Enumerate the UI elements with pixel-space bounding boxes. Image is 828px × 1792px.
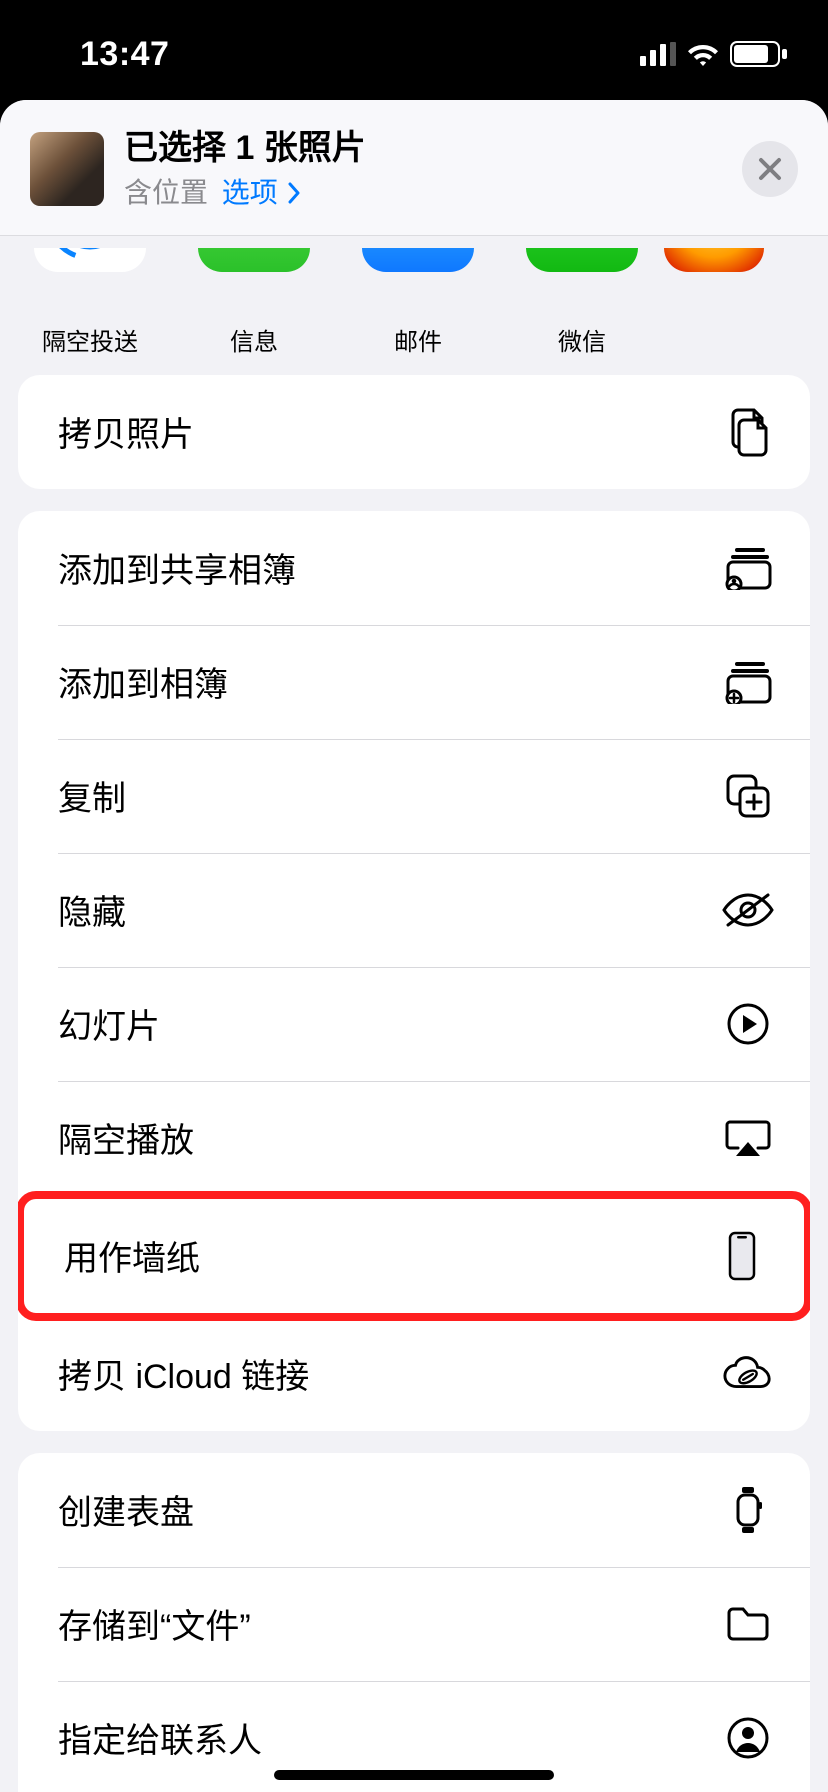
messages-icon <box>214 248 294 256</box>
app-label: 隔空投送 <box>42 322 138 357</box>
action-group: 创建表盘 存储到“文件” 指定给联系人 <box>18 1453 810 1792</box>
selection-title: 已选择 1 张照片 <box>124 128 742 169</box>
location-included-label: 含位置 <box>124 177 208 208</box>
app-label: 微信 <box>558 322 606 357</box>
action-label: 拷贝照片 <box>58 407 194 456</box>
action-label: 创建表盘 <box>58 1485 194 1534</box>
share-sheet-header: 已选择 1 张照片 含位置 选项 <box>0 100 828 236</box>
actions-list: 拷贝照片 添加到共享相簿 添加到相簿 <box>0 375 828 1792</box>
copy-docs-icon <box>724 406 772 458</box>
shared-album-icon <box>723 546 773 590</box>
options-link[interactable]: 选项 <box>222 177 302 208</box>
action-label: 隐藏 <box>58 885 126 934</box>
app-messages[interactable]: 信息 <box>172 248 336 357</box>
duplicate-icon <box>725 773 771 819</box>
action-copy-photo[interactable]: 拷贝照片 <box>18 375 810 489</box>
action-duplicate[interactable]: 复制 <box>18 739 810 853</box>
action-hide[interactable]: 隐藏 <box>18 853 810 967</box>
app-label: 信息 <box>230 322 278 357</box>
action-create-watchface[interactable]: 创建表盘 <box>18 1453 810 1567</box>
action-slideshow[interactable]: 幻灯片 <box>18 967 810 1081</box>
action-label: 添加到共享相簿 <box>58 543 296 592</box>
home-indicator[interactable] <box>274 1770 554 1780</box>
action-label: 幻灯片 <box>58 999 160 1048</box>
selection-subtitle: 含位置 选项 <box>124 171 742 211</box>
action-add-album[interactable]: 添加到相簿 <box>18 625 810 739</box>
airplay-icon <box>724 1118 772 1158</box>
action-label: 指定给联系人 <box>58 1713 262 1762</box>
icloud-link-icon <box>722 1355 774 1393</box>
app-wechat[interactable]: 微信 <box>500 248 664 357</box>
status-bar: 13:47 <box>0 0 828 88</box>
app-more[interactable] <box>664 248 764 357</box>
wechat-icon <box>539 248 625 251</box>
action-label: 隔空播放 <box>58 1113 194 1162</box>
close-icon <box>757 156 783 182</box>
highlight-callout: 用作墙纸 <box>18 1191 810 1321</box>
close-button[interactable] <box>742 141 798 197</box>
watch-icon <box>733 1485 763 1535</box>
action-label: 拷贝 iCloud 链接 <box>58 1349 309 1398</box>
photo-thumbnail[interactable] <box>30 132 104 206</box>
status-time: 13:47 <box>80 35 169 74</box>
action-use-as-wallpaper[interactable]: 用作墙纸 <box>24 1199 804 1313</box>
action-label: 用作墙纸 <box>64 1231 200 1280</box>
cellular-signal-icon <box>640 42 676 66</box>
app-label: 邮件 <box>394 322 442 357</box>
status-icons <box>640 41 788 67</box>
airdrop-icon <box>45 248 135 261</box>
chevron-right-icon <box>286 182 302 204</box>
share-sheet: 已选择 1 张照片 含位置 选项 <box>0 100 828 1792</box>
action-group: 添加到共享相簿 添加到相簿 复制 <box>18 511 810 1431</box>
action-label: 复制 <box>58 771 126 820</box>
contact-icon <box>726 1716 770 1760</box>
action-airplay[interactable]: 隔空播放 <box>18 1081 810 1195</box>
hide-icon <box>722 891 774 929</box>
app-share-row[interactable]: 隔空投送 信息 邮件 <box>0 236 828 375</box>
wallpaper-icon <box>727 1231 757 1281</box>
action-label: 添加到相簿 <box>58 657 228 706</box>
battery-icon <box>730 41 788 67</box>
action-copy-icloud-link[interactable]: 拷贝 iCloud 链接 <box>18 1317 810 1431</box>
action-label: 存储到“文件” <box>58 1599 251 1648</box>
app-airdrop[interactable]: 隔空投送 <box>8 248 172 357</box>
add-album-icon <box>723 660 773 704</box>
action-add-shared-album[interactable]: 添加到共享相簿 <box>18 511 810 625</box>
play-icon <box>726 1002 770 1046</box>
action-group: 拷贝照片 <box>18 375 810 489</box>
app-mail[interactable]: 邮件 <box>336 248 500 357</box>
action-save-to-files[interactable]: 存储到“文件” <box>18 1567 810 1681</box>
wifi-icon <box>686 42 720 66</box>
folder-icon <box>724 1605 772 1643</box>
